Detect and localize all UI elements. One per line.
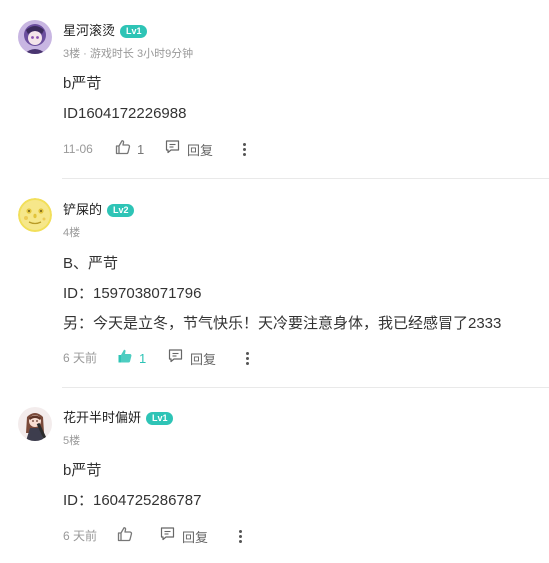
level-badge: Lv2 [107, 203, 134, 217]
divider [62, 387, 549, 388]
divider [62, 178, 549, 179]
reply-label: 回复 [182, 529, 209, 545]
like-count: 1 [137, 141, 145, 157]
comment-text-line: b严苛 [63, 462, 102, 479]
comment-date: 11-06 [63, 142, 93, 156]
like-button[interactable]: 1 [117, 349, 146, 367]
comment-text-line: B、严苛 [63, 255, 119, 272]
reply-label: 回复 [187, 142, 214, 158]
reply-button[interactable]: 回复 [165, 140, 213, 158]
comment-actions: 6 天前 回复 [63, 526, 363, 547]
floor-meta: 3楼 · 游戏时长 3小时9分钟 [63, 48, 194, 60]
comment-text-line: b严苛 [63, 75, 102, 92]
comment-icon [160, 526, 175, 546]
avatar[interactable] [18, 198, 52, 232]
comment-actions: 11-06 1 回复 [63, 139, 363, 160]
more-options-icon[interactable] [233, 527, 247, 545]
reply-button[interactable]: 回复 [160, 527, 208, 545]
comment-text-line: ID：1597038071796 [63, 285, 202, 302]
comment-date: 6 天前 [63, 351, 98, 365]
reply-label: 回复 [190, 351, 217, 367]
avatar[interactable] [18, 20, 52, 54]
username[interactable]: 花开半时偏妍 [63, 409, 141, 427]
username[interactable]: 星河滚烫 [63, 22, 115, 40]
like-button[interactable] [117, 526, 139, 547]
like-count: 1 [139, 350, 147, 366]
level-badge: Lv1 [146, 411, 173, 425]
avatar[interactable] [18, 407, 52, 441]
thumbs-up-icon [115, 139, 131, 160]
floor-meta: 5楼 [63, 435, 81, 447]
floor-meta: 4楼 [63, 227, 81, 239]
thumbs-up-icon [117, 526, 133, 547]
comment-actions: 6 天前 1 回复 [63, 349, 363, 367]
comment-text-line: ID：1604725286787 [63, 492, 202, 509]
like-button[interactable]: 1 [115, 139, 145, 160]
comment-text-line: 另：今天是立冬，节气快乐！天冷要注意身体，我已经感冒了2333 [63, 315, 502, 332]
username[interactable]: 铲屎的 [63, 201, 102, 219]
comment-icon [168, 348, 183, 368]
reply-button[interactable]: 回复 [168, 349, 216, 367]
level-badge: Lv1 [120, 24, 147, 38]
comment-icon [165, 139, 180, 159]
comment-text-line: ID1604172226988 [63, 105, 187, 122]
more-options-icon[interactable] [240, 349, 254, 367]
comment-date: 6 天前 [63, 529, 98, 543]
thumbs-up-icon [117, 348, 133, 369]
more-options-icon[interactable] [237, 140, 251, 158]
